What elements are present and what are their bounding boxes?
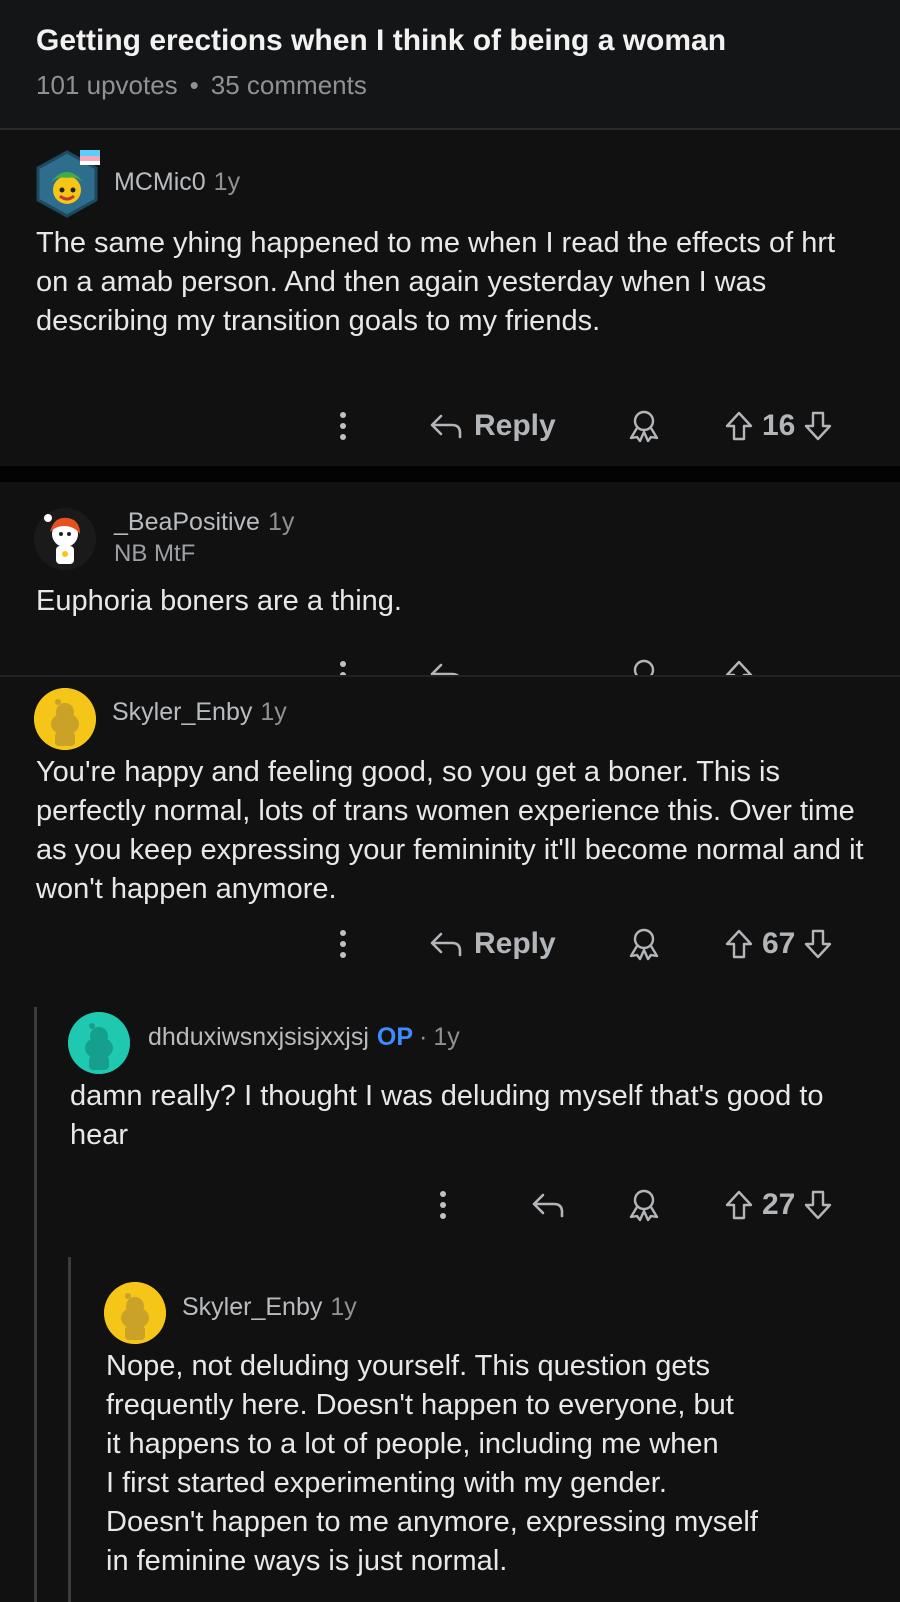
award-icon — [626, 657, 662, 675]
comment-username-row: _BeaPositive 1y — [114, 508, 294, 537]
reply-icon — [530, 1190, 566, 1220]
award-icon — [626, 926, 662, 962]
vote-controls — [724, 650, 754, 675]
post-meta: 101 upvotes • 35 comments — [36, 70, 367, 101]
thread-line[interactable] — [34, 1007, 37, 1602]
comment-age: 1y — [267, 508, 295, 536]
comment-username-row: MCMic0 1y — [114, 168, 240, 197]
more-options-button[interactable] — [338, 650, 348, 675]
avatar[interactable] — [34, 508, 96, 570]
reply-icon — [428, 929, 464, 959]
upvote-icon[interactable] — [724, 410, 754, 442]
meta-dot: · — [419, 1023, 428, 1051]
comment-count[interactable]: 35 comments — [211, 70, 367, 100]
comment-username-row: Skyler_Enby 1y — [182, 1293, 357, 1322]
award-button[interactable] — [626, 401, 662, 451]
comment-3: Skyler_Enby 1y You're happy and feeling g… — [0, 675, 900, 1602]
comment-text: Euphoria boners are a thing. — [36, 585, 402, 617]
comment-age: 1y — [433, 1023, 460, 1051]
thread-line[interactable] — [68, 1257, 71, 1602]
reply-button[interactable] — [428, 650, 464, 675]
username[interactable]: dhduxiwsnxjsisjxxjsj — [148, 1023, 369, 1051]
reply-label: Reply — [474, 409, 556, 442]
avatar[interactable] — [68, 1012, 130, 1074]
upvote-icon[interactable] — [724, 1189, 754, 1221]
reply-button[interactable]: Reply — [428, 919, 556, 969]
downvote-icon[interactable] — [803, 410, 833, 442]
award-icon — [626, 408, 662, 444]
upvote-count: 101 upvotes — [36, 70, 178, 100]
post-header: Getting erections when I think of being … — [0, 0, 900, 130]
avatar[interactable] — [104, 1282, 166, 1344]
comment-text-line: I first started experimenting with my ge… — [106, 1467, 667, 1499]
more-options-button[interactable] — [338, 919, 348, 969]
comment-actions — [0, 650, 900, 675]
comment-actions: Reply 16 — [0, 401, 900, 451]
avatar[interactable] — [32, 148, 102, 218]
comment-text-line: frequently here. Doesn't happen to every… — [106, 1389, 734, 1421]
reply-icon — [428, 660, 464, 675]
comment-age: 1y — [260, 698, 287, 726]
reply-button[interactable] — [530, 1180, 566, 1230]
comment-text: The same yhing happened to me when I rea… — [36, 227, 836, 337]
award-button[interactable] — [626, 650, 662, 675]
reply-icon — [428, 411, 464, 441]
username[interactable]: MCMic0 — [114, 168, 206, 196]
comment-actions: Reply 67 — [0, 919, 900, 969]
comment-1: MCMic0 1y The same yhing happened to me w… — [0, 130, 900, 466]
post-title[interactable]: Getting erections when I think of being … — [36, 24, 726, 58]
vote-controls: 67 — [724, 919, 833, 969]
comment-2: _BeaPositive 1y NB MtF Euphoria boners ar… — [0, 482, 900, 675]
meta-dot: • — [189, 70, 199, 100]
comment-text: You're happy and feeling good, so you ge… — [36, 756, 864, 905]
comment-separator — [0, 466, 900, 482]
username[interactable]: _BeaPositive — [114, 508, 260, 536]
comment-age: 1y — [213, 168, 241, 196]
username[interactable]: Skyler_Enby — [112, 698, 252, 726]
more-options-button[interactable] — [438, 1180, 448, 1230]
upvote-icon[interactable] — [724, 659, 754, 675]
comment-age: 1y — [330, 1293, 357, 1321]
avatar[interactable] — [34, 688, 96, 750]
vote-controls: 27 — [724, 1180, 833, 1230]
vote-count: 16 — [762, 409, 796, 442]
reply-label: Reply — [474, 927, 556, 960]
reply-button[interactable]: Reply — [428, 401, 556, 451]
comment-text: Nope, not deluding yourself. This questi… — [106, 1347, 876, 1581]
comment-text-line: Doesn't happen to me anymore, expressing… — [106, 1506, 758, 1538]
comment-text: damn really? I thought I was deluding my… — [70, 1080, 824, 1151]
upvote-icon[interactable] — [724, 928, 754, 960]
award-icon — [626, 1187, 662, 1223]
username[interactable]: Skyler_Enby — [182, 1293, 322, 1321]
downvote-icon[interactable] — [803, 1189, 833, 1221]
comment-text-line: in feminine ways is just normal. — [106, 1545, 508, 1577]
more-options-button[interactable] — [338, 401, 348, 451]
comment-actions: 27 — [0, 1180, 900, 1230]
vote-count: 27 — [762, 1188, 796, 1221]
user-flair: NB MtF — [114, 540, 196, 567]
comment-text-line: it happens to a lot of people, including… — [106, 1428, 719, 1460]
comment-text-line: Nope, not deluding yourself. This questi… — [106, 1350, 711, 1382]
award-button[interactable] — [626, 919, 662, 969]
downvote-icon[interactable] — [803, 928, 833, 960]
comment-username-row: dhduxiwsnxjsisjxxjsj OP · 1y — [148, 1023, 460, 1052]
award-button[interactable] — [626, 1180, 662, 1230]
comment-username-row: Skyler_Enby 1y — [112, 698, 287, 727]
vote-controls: 16 — [724, 401, 833, 451]
vote-count: 67 — [762, 927, 796, 960]
op-badge: OP — [376, 1023, 414, 1051]
